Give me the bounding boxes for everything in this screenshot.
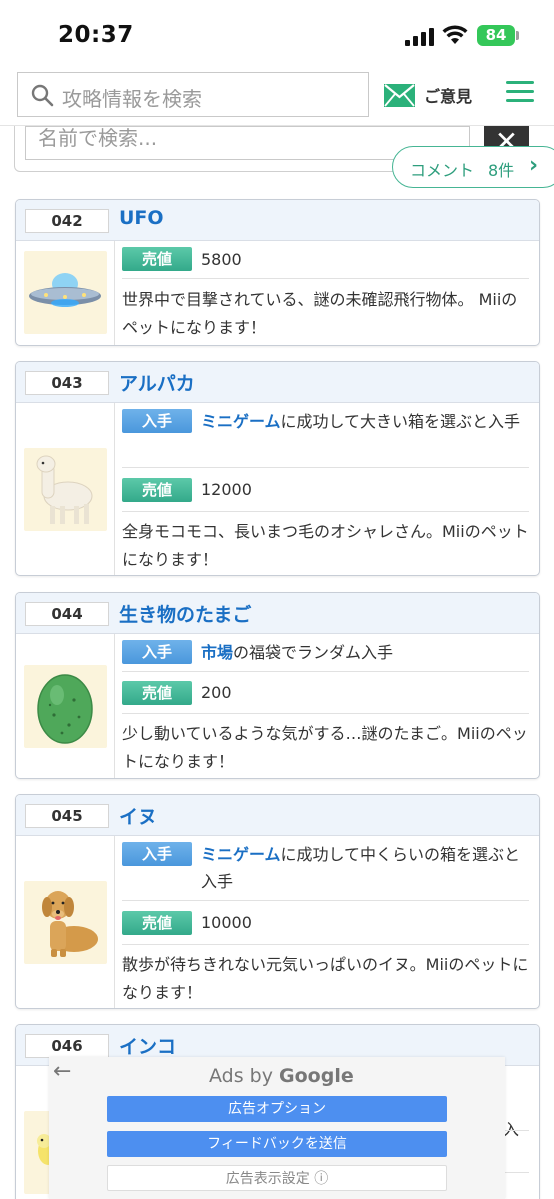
sell-value: 5800 [201, 250, 242, 269]
minigame-link[interactable]: ミニゲーム [201, 412, 281, 431]
back-arrow-icon[interactable]: ← [53, 1059, 71, 1084]
status-time: 20:37 [58, 22, 134, 48]
ufo-image [24, 251, 107, 334]
item-name-link[interactable]: アルパカ [119, 369, 195, 396]
comments-count: 8件 [488, 161, 515, 180]
feedback-link[interactable]: ご意見 [384, 80, 472, 110]
battery-tip [516, 31, 519, 40]
send-feedback-button[interactable]: フィードバックを送信 [107, 1131, 447, 1157]
site-header: 攻略情報を検索 ご意見 [0, 62, 554, 126]
obtain-badge: 入手 [122, 640, 192, 664]
battery-icon: 84 [477, 25, 515, 46]
item-number: 044 [25, 602, 109, 626]
card-header: 043 アルパカ [16, 362, 539, 403]
card-header: 042 UFO [16, 200, 539, 241]
alpaca-image [24, 448, 107, 531]
signal-icon [405, 26, 435, 46]
obtain-description: に成功して大きい箱を選ぶと入手 [280, 412, 521, 431]
sell-badge: 売値 [122, 911, 192, 935]
site-search-placeholder: 攻略情報を検索 [62, 87, 202, 111]
obtain-badge: 入手 [122, 409, 192, 433]
comments-label: コメント [410, 161, 475, 180]
item-name-link[interactable]: 生き物のたまご [119, 600, 251, 627]
sell-value: 12000 [201, 480, 252, 499]
item-card: 043 アルパカ 入手 ミニゲームに成功して大きい箱を選ぶと入手 売値 1200… [15, 361, 540, 576]
item-number: 042 [25, 209, 109, 233]
item-name-link[interactable]: インコ [119, 1032, 176, 1059]
name-search-placeholder: 名前で検索... [38, 126, 158, 150]
sell-badge: 売値 [122, 681, 192, 705]
obtain-badge: 入手 [122, 842, 192, 866]
item-description: 全身モコモコ、長いまつ毛のオシャレさん。Miiのペットになります！ [122, 522, 529, 569]
ad-options-button[interactable]: 広告オプション [107, 1096, 447, 1122]
site-search-input[interactable]: 攻略情報を検索 [17, 72, 369, 117]
item-description: 散歩が待ちきれない元気いっぱいのイヌ。Miiのペットになります！ [122, 955, 529, 1002]
egg-image [24, 665, 107, 748]
obtain-text: ミニゲームに成功して中くらいの箱を選ぶと入手 [201, 841, 529, 895]
sell-value: 10000 [201, 913, 252, 932]
hamburger-menu-icon[interactable] [506, 81, 534, 105]
search-icon [31, 84, 54, 107]
item-number: 046 [25, 1034, 109, 1058]
dog-image [24, 881, 107, 964]
feedback-label: ご意見 [424, 87, 473, 106]
sell-value: 200 [201, 683, 232, 702]
item-description: 少し動いているような気がする…謎のたまご。Miiのペットになります！ [122, 724, 528, 771]
ads-overlay: ← Ads by Google 広告オプション フィードバックを送信 広告表示設… [49, 1057, 505, 1199]
item-card: 044 生き物のたまご 入手 市場の福袋でランダム入手 売値 200 少し動いて… [15, 592, 540, 779]
sell-badge: 売値 [122, 247, 192, 271]
status-bar: 20:37 84 [0, 0, 554, 62]
item-name-link[interactable]: イヌ [119, 802, 157, 829]
item-name-link[interactable]: UFO [119, 207, 164, 229]
item-card: 045 イヌ 入手 ミニゲームに成功して中くらいの箱を選ぶと入手 売値 1000… [15, 794, 540, 1009]
mail-icon [384, 83, 415, 107]
obtain-description: の福袋でランダム入手 [233, 643, 394, 662]
item-card: 042 UFO 売値 5800 世界中で目撃されている、謎の未確認飛行物体。 M… [15, 199, 540, 346]
card-header: 044 生き物のたまご [16, 593, 539, 634]
google-logo-text: Google [279, 1065, 354, 1087]
wifi-icon [442, 25, 468, 44]
card-header: 045 イヌ [16, 795, 539, 836]
chevron-right-icon: › [529, 153, 539, 178]
ad-settings-button[interactable]: 広告表示設定 ⓘ [107, 1165, 447, 1191]
item-description: 世界中で目撃されている、謎の未確認飛行物体。 Miiのペットになります！ [122, 290, 518, 337]
obtain-text: 市場の福袋でランダム入手 [201, 639, 529, 666]
sell-badge: 売値 [122, 478, 192, 502]
item-number: 043 [25, 371, 109, 395]
market-link[interactable]: 市場 [201, 643, 233, 662]
obtain-text: ミニゲームに成功して大きい箱を選ぶと入手 [201, 408, 529, 435]
ads-by-google-label: Ads by Google [209, 1065, 354, 1087]
comments-button[interactable]: コメント 8件 › [392, 146, 554, 188]
item-number: 045 [25, 804, 109, 828]
minigame-link[interactable]: ミニゲーム [201, 845, 281, 864]
ads-by-text: Ads by [209, 1065, 273, 1087]
